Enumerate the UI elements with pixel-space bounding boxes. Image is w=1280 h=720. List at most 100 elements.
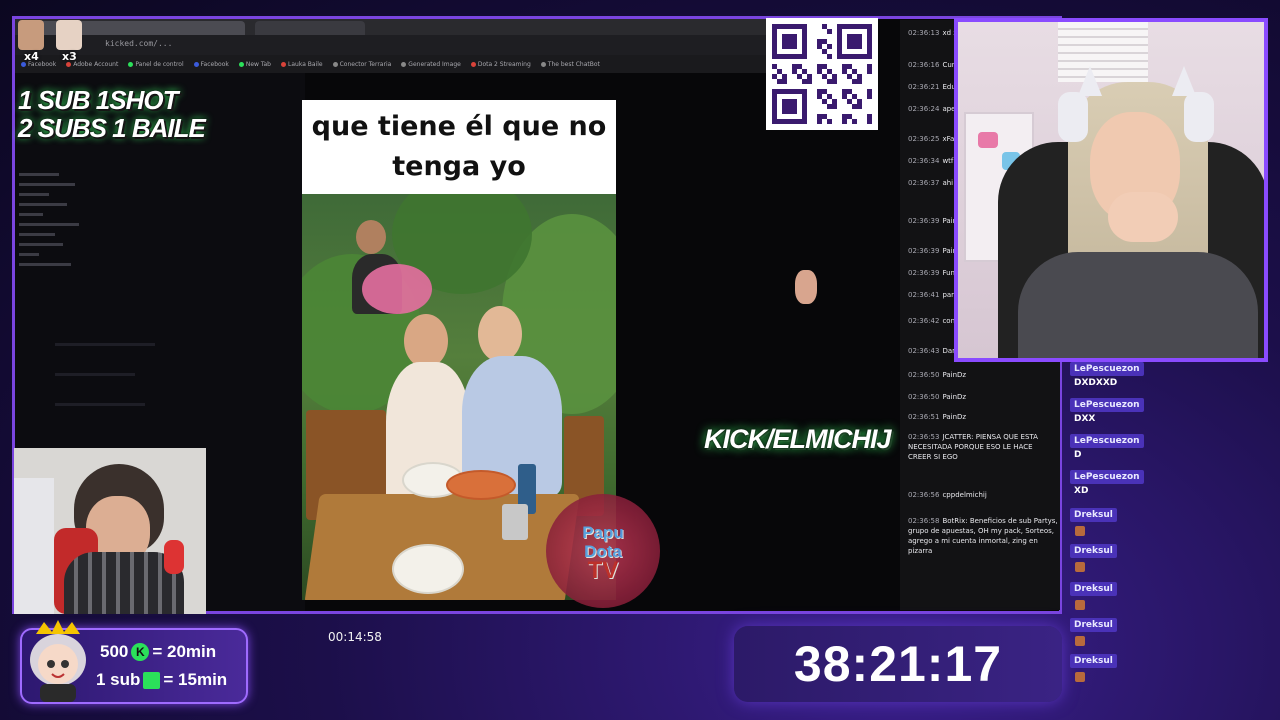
browser-tab-active[interactable] bbox=[21, 21, 245, 35]
elapsed-timer: 00:14:58 bbox=[328, 630, 382, 644]
woman-head bbox=[404, 314, 448, 368]
alert-username: Dreksul bbox=[1070, 508, 1117, 522]
chat-text: PainDz bbox=[942, 371, 967, 379]
youtube-icon bbox=[281, 61, 286, 67]
kick-coin-icon: K bbox=[131, 643, 150, 661]
chat-timestamp: 02:36:53 bbox=[908, 433, 940, 441]
kick-icon bbox=[238, 61, 244, 67]
browser-tab-strip bbox=[15, 19, 775, 35]
chat-timestamp: 02:36:51 bbox=[908, 413, 940, 421]
dim-text-line bbox=[19, 203, 67, 206]
bookmark[interactable]: Generated Image bbox=[401, 61, 461, 68]
subathon-countdown-panel: 38:21:17 bbox=[734, 626, 1062, 702]
chat-timestamp: 02:36:56 bbox=[908, 491, 940, 499]
chibi-mascot bbox=[30, 620, 86, 702]
papu-dota-tv-logo: Papu Dota TV bbox=[546, 494, 660, 608]
youtube-icon bbox=[470, 61, 476, 67]
gift-icon bbox=[143, 671, 161, 689]
donor-avatar bbox=[18, 20, 44, 50]
goal-reward: = 15min bbox=[163, 670, 228, 689]
chat-timestamp: 02:36:50 bbox=[908, 393, 940, 401]
dim-text-line bbox=[19, 243, 63, 246]
chat-timestamp: 02:36:25 bbox=[908, 135, 940, 143]
streamer-webcam bbox=[954, 18, 1268, 362]
browser-tab[interactable] bbox=[255, 21, 365, 35]
dim-text-line bbox=[19, 193, 49, 196]
alert-username-text: Dreksul bbox=[1074, 584, 1113, 594]
napkin-holder bbox=[502, 504, 528, 540]
alert-username-text: LePescuezon bbox=[1074, 436, 1140, 446]
dim-text-line bbox=[55, 343, 155, 346]
meme-caption-line-2: tenga yo bbox=[392, 151, 526, 182]
dim-text-line bbox=[55, 373, 135, 376]
dim-text-line bbox=[19, 213, 43, 216]
man-head bbox=[478, 306, 522, 362]
emote-icon bbox=[1075, 562, 1085, 572]
goal-amount: 500 bbox=[100, 642, 129, 661]
alert-username-text: LePescuezon bbox=[1074, 472, 1140, 482]
chat-timestamp: 02:36:21 bbox=[908, 83, 940, 91]
plate bbox=[392, 544, 464, 594]
chat-timestamp: 02:36:13 bbox=[908, 29, 940, 37]
chat-timestamp: 02:36:43 bbox=[908, 347, 940, 355]
dim-text-line bbox=[19, 173, 59, 176]
dim-text-line bbox=[19, 183, 75, 186]
alert-username: Dreksul bbox=[1070, 654, 1117, 668]
emote-icon bbox=[1075, 672, 1085, 682]
qr-code[interactable] bbox=[766, 18, 878, 130]
sweater bbox=[1018, 252, 1258, 358]
sub-line-2: 2 SUBS 1 BAILE bbox=[18, 113, 206, 143]
alert-username-text: Dreksul bbox=[1074, 620, 1113, 630]
bookmark[interactable]: New Tab bbox=[238, 61, 271, 68]
alert-username: Dreksul bbox=[1070, 544, 1117, 558]
chat-timestamp: 02:36:58 bbox=[908, 517, 940, 525]
alert-username-text: LePescuezon bbox=[1074, 400, 1140, 410]
alert-message: DXDXXD bbox=[1074, 378, 1118, 388]
chatbot-icon bbox=[540, 61, 546, 67]
microphone bbox=[164, 540, 184, 574]
emote-icon bbox=[1075, 526, 1085, 536]
chat-text: PainDz bbox=[942, 413, 967, 421]
goal-reward: = 20min bbox=[152, 642, 217, 661]
alert-username-text: Dreksul bbox=[1074, 510, 1113, 520]
goal-line-kicks: 500 K = 20min bbox=[100, 642, 216, 662]
alert-username: Dreksul bbox=[1070, 618, 1117, 632]
bookmark[interactable]: Panel de control bbox=[128, 61, 184, 68]
sub-challenge-text: 1 SUB 1SHOT 2 SUBS 1 BAILE bbox=[18, 86, 206, 143]
qr-module bbox=[867, 119, 872, 124]
guest-webcam bbox=[14, 448, 206, 614]
background-man-head bbox=[356, 220, 386, 254]
crown-icon bbox=[36, 620, 80, 634]
url-text: kicked.com/... bbox=[105, 39, 173, 48]
logo-text: TV bbox=[587, 556, 619, 584]
chat-timestamp: 02:36:39 bbox=[908, 269, 940, 277]
bookmark[interactable]: Facebook bbox=[193, 61, 229, 68]
chat-message: 02:36:56 cppdelmichij bbox=[908, 490, 1058, 500]
chat-timestamp: 02:36:24 bbox=[908, 105, 940, 113]
chat-message: 02:36:58 BotRix: Beneficios de sub Partys… bbox=[908, 516, 1058, 556]
facebook-icon bbox=[193, 61, 199, 67]
address-bar[interactable]: kicked.com/... bbox=[15, 35, 775, 55]
headphone bbox=[1058, 92, 1088, 142]
alert-username-text: Dreksul bbox=[1074, 546, 1113, 556]
bookmark[interactable]: Lauka Baile bbox=[281, 61, 323, 68]
alert-username-text: Dreksul bbox=[1074, 656, 1113, 666]
dim-text-line bbox=[19, 263, 71, 266]
bookmark[interactable]: The best ChatBot bbox=[540, 61, 600, 68]
emote-icon bbox=[1075, 636, 1085, 646]
bookmark[interactable]: Conector Terraria bbox=[332, 61, 391, 68]
chat-text: PainDz bbox=[942, 393, 967, 401]
dim-text-line bbox=[55, 403, 145, 406]
plush-toy bbox=[978, 132, 998, 148]
donor-avatar bbox=[56, 20, 82, 50]
chat-timestamp: 02:36:41 bbox=[908, 291, 940, 299]
chat-message: 02:36:50 PainDz bbox=[908, 370, 1058, 380]
emote-icon bbox=[1075, 600, 1085, 610]
meme-caption-line-1: que tiene él que no bbox=[311, 111, 607, 142]
alert-username: Dreksul bbox=[1070, 582, 1117, 596]
alert-message: D bbox=[1074, 450, 1082, 460]
kick-icon bbox=[128, 61, 134, 67]
bookmarks-bar: Facebook Adobe Account Panel de control … bbox=[15, 55, 775, 73]
bookmark[interactable]: Dota 2 Streaming bbox=[470, 61, 531, 68]
dim-text-line bbox=[19, 223, 79, 226]
